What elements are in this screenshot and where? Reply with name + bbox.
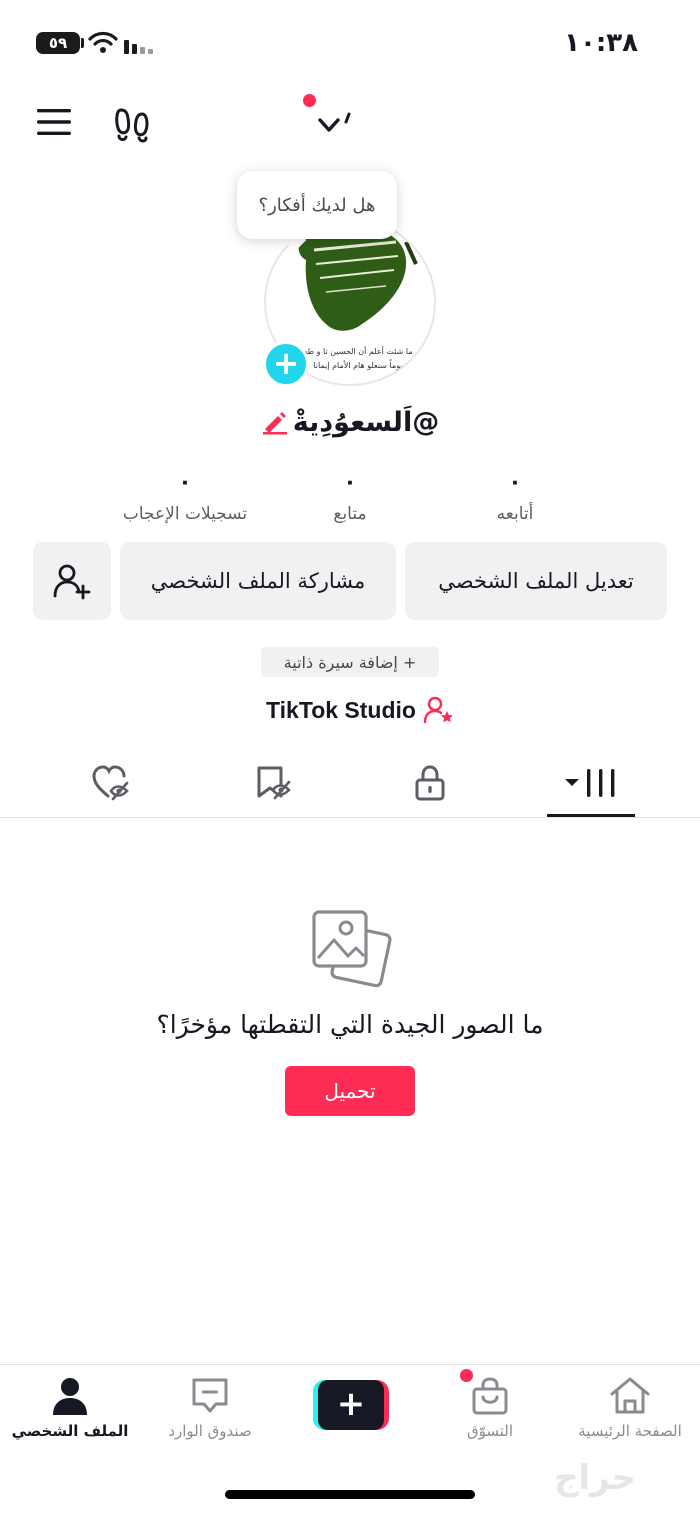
- tab-videos[interactable]: [531, 760, 651, 806]
- nav-shop[interactable]: التسوّق: [420, 1372, 560, 1452]
- tiktok-studio-link[interactable]: TikTok Studio: [250, 692, 470, 728]
- nav-inbox-label: صندوق الوارد: [168, 1422, 252, 1440]
- photos-icon: [312, 910, 392, 988]
- username-row[interactable]: @اَلسعوُدِيةْ: [150, 402, 550, 442]
- lock-icon: [415, 765, 445, 801]
- following-count: ٠: [508, 470, 522, 495]
- nav-inbox[interactable]: صندوق الوارد: [140, 1372, 280, 1452]
- followers-stat[interactable]: ٠ متابع: [255, 470, 445, 524]
- battery-icon: ٥٩: [36, 32, 80, 54]
- likes-stat[interactable]: ٠ تسجيلات الإعجاب: [90, 470, 280, 524]
- svg-text:يوماً سنعلو هام الأمام إيمانا: يوماً سنعلو هام الأمام إيمانا: [313, 359, 402, 371]
- add-bio-button[interactable]: + إضافة سيرة ذاتية: [261, 647, 439, 677]
- inbox-icon: [192, 1378, 228, 1413]
- following-label: أتابعه: [496, 504, 534, 524]
- signal-icon: [124, 40, 153, 54]
- edit-pencil-icon[interactable]: [261, 409, 287, 435]
- likes-count: ٠: [178, 470, 192, 495]
- bookmark-icon: [257, 766, 291, 800]
- share-profile-button[interactable]: مشاركة الملف الشخصي: [120, 542, 396, 620]
- tab-private[interactable]: [370, 760, 490, 806]
- tab-reposts[interactable]: [213, 760, 333, 806]
- nav-profile-label: الملف الشخصي: [11, 1422, 129, 1440]
- tab-liked[interactable]: [52, 760, 172, 806]
- home-icon: [610, 1377, 650, 1414]
- nav-home[interactable]: الصفحة الرئيسية: [560, 1372, 700, 1452]
- followers-label: متابع: [333, 504, 367, 524]
- username: @اَلسعوُدِيةْ: [292, 406, 440, 438]
- nav-home-label: الصفحة الرئيسية: [578, 1422, 682, 1440]
- nav-shop-label: التسوّق: [466, 1422, 514, 1440]
- creator-star-icon: [423, 696, 453, 724]
- add-avatar-button[interactable]: +: [263, 341, 309, 387]
- chevron-down-icon[interactable]: [318, 110, 356, 136]
- heart-icon: [92, 765, 129, 801]
- hamburger-menu-icon[interactable]: [36, 106, 72, 138]
- likes-label: تسجيلات الإعجاب: [122, 504, 248, 524]
- notification-dot: [303, 94, 316, 107]
- create-button[interactable]: +: [313, 1380, 389, 1430]
- wifi-icon: [88, 31, 118, 53]
- ideas-bubble[interactable]: هل لديك أفكار؟: [237, 171, 397, 239]
- shop-notification-dot: [460, 1369, 473, 1382]
- status-time: ١٠:٣٨: [564, 28, 638, 58]
- svg-text:ما شئت أعلم أن الحسين تا و طه: ما شئت أعلم أن الحسين تا و طه: [303, 346, 412, 356]
- edit-profile-button[interactable]: تعديل الملف الشخصي: [405, 542, 667, 620]
- footprints-icon[interactable]: [113, 104, 153, 144]
- watermark-logo: حراج: [554, 1458, 636, 1498]
- plus-icon: +: [318, 1380, 384, 1430]
- following-stat[interactable]: ٠ أتابعه: [420, 470, 610, 524]
- home-indicator[interactable]: [225, 1490, 475, 1499]
- empty-state-message: ما الصور الجيدة التي التقطتها مؤخرًا؟: [156, 1010, 544, 1039]
- shopping-bag-icon: [472, 1377, 508, 1415]
- tabs-divider: [0, 817, 700, 818]
- add-user-icon: [53, 564, 91, 600]
- grid-icon: [565, 769, 615, 797]
- followers-count: ٠: [343, 470, 357, 495]
- battery-cap: [81, 38, 84, 48]
- bottom-nav-divider: [0, 1364, 700, 1365]
- nav-profile[interactable]: الملف الشخصي: [0, 1372, 140, 1452]
- upload-button[interactable]: تحميل: [285, 1066, 415, 1116]
- profile-icon: [53, 1378, 87, 1415]
- studio-label: TikTok Studio: [266, 696, 416, 723]
- add-friend-button[interactable]: [33, 542, 111, 620]
